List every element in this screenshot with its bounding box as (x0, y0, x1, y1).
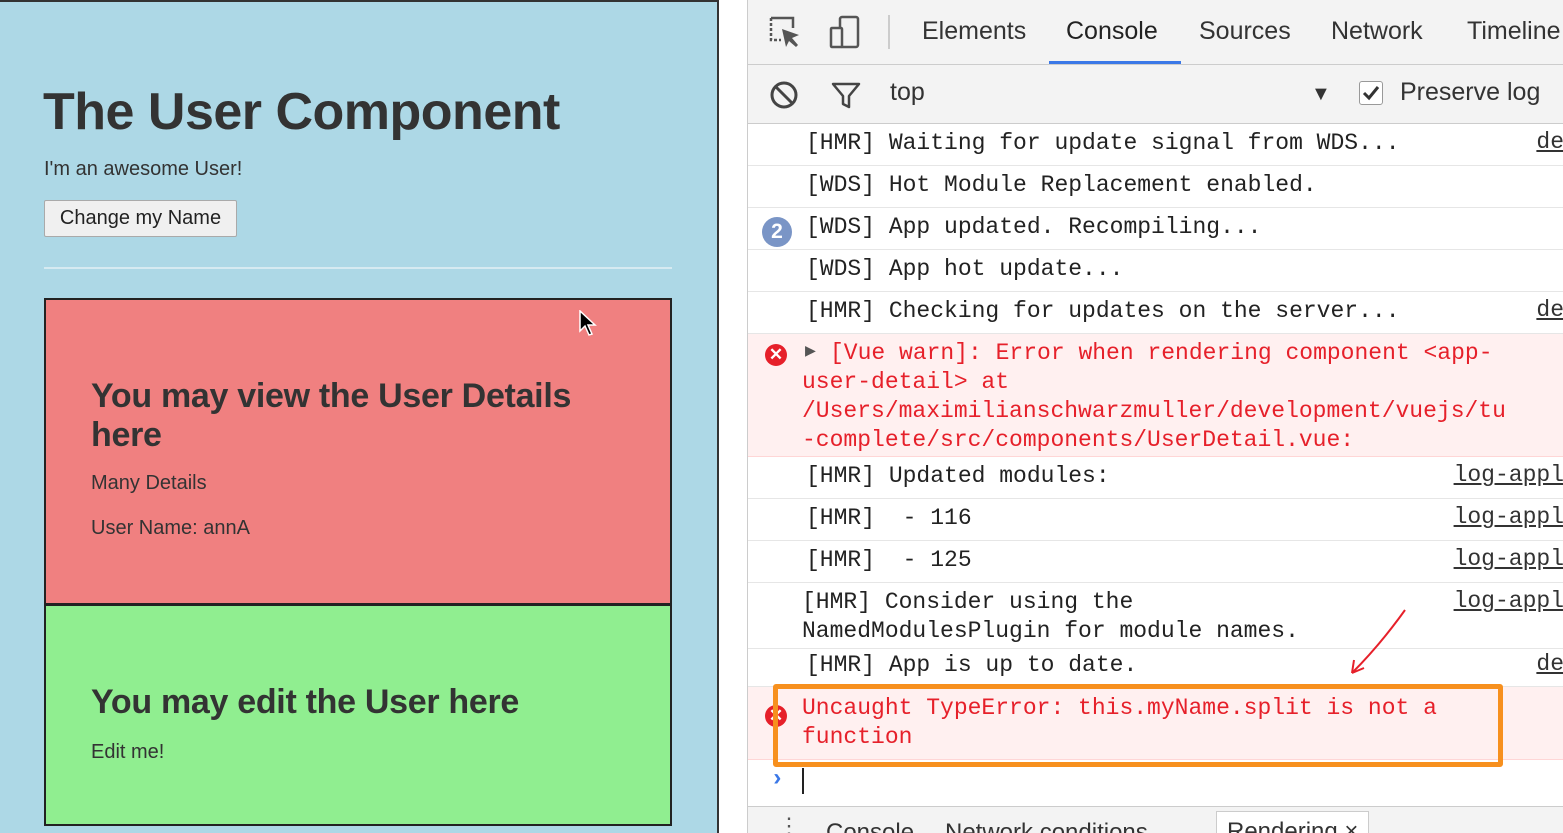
preserve-log-checkbox[interactable] (1359, 81, 1383, 105)
tab-elements[interactable]: Elements (922, 17, 1026, 46)
console-toolbar: top ▼ Preserve log (748, 65, 1563, 124)
console-message: [HMR] App is up to date. de (748, 649, 1563, 687)
console-message: [HMR] Updated modules: log-appl (748, 457, 1563, 499)
tab-sources[interactable]: Sources (1199, 17, 1291, 46)
source-link[interactable]: log-appl (1454, 462, 1563, 488)
pane-gap (719, 0, 747, 833)
divider (44, 267, 672, 269)
preserve-log-label[interactable]: Preserve log (1400, 78, 1540, 107)
detail-heading: You may view the User Details here (91, 377, 572, 454)
drawer-tab-rendering[interactable]: Rendering × (1216, 811, 1370, 833)
error-icon: ✕ (765, 344, 787, 366)
annotation-highlight-box (773, 684, 1503, 767)
console-message: [HMR] Consider using the NamedModulesPlu… (748, 583, 1563, 649)
repeat-count-badge: 2 (762, 217, 792, 247)
app-viewport: The User Component I'm an awesome User! … (0, 0, 719, 833)
source-link[interactable]: log-appl (1454, 504, 1563, 530)
console-prompt-icon: › (770, 766, 785, 793)
source-link[interactable]: de (1536, 651, 1563, 677)
source-link[interactable]: log-appl (1454, 546, 1563, 572)
edit-text: Edit me! (91, 741, 165, 763)
tab-timeline[interactable]: Timeline (1467, 17, 1561, 46)
drawer-tab-network-conditions[interactable]: Network conditions (945, 819, 1148, 833)
annotation-arrow-icon (1351, 609, 1406, 674)
user-detail-panel: You may view the User Details here Many … (44, 298, 672, 605)
console-message: [WDS] Hot Module Replacement enabled. (748, 166, 1563, 208)
user-edit-panel: You may edit the User here Edit me! (44, 604, 672, 826)
toolbar-separator (888, 15, 890, 49)
clear-console-icon[interactable] (768, 79, 800, 111)
user-name-text: User Name: annA (91, 517, 250, 539)
console-message: [HMR] Waiting for update signal from WDS… (748, 124, 1563, 166)
console-error: ✕ ▶ [Vue warn]: Error when rendering com… (748, 334, 1563, 457)
console-message: [HMR] - 116 log-appl (748, 499, 1563, 541)
tab-console[interactable]: Console (1066, 17, 1158, 46)
devtools-tabbar: Elements Console Sources Network Timelin… (748, 0, 1563, 65)
source-link[interactable]: de (1536, 297, 1563, 323)
drawer-tabbar: ⋮ Console Network conditions Rendering × (748, 806, 1563, 833)
change-name-button[interactable]: Change my Name (44, 200, 237, 237)
source-link[interactable]: de (1536, 129, 1563, 155)
dropdown-arrow-icon[interactable]: ▼ (1311, 83, 1331, 106)
source-link[interactable]: log-appl (1454, 588, 1563, 614)
filter-icon[interactable] (830, 79, 862, 111)
drawer-menu-icon[interactable]: ⋮ (778, 813, 800, 833)
device-mode-icon[interactable] (827, 14, 863, 50)
tab-network[interactable]: Network (1331, 17, 1423, 46)
checkmark-icon (1362, 86, 1380, 101)
mouse-cursor-icon (579, 310, 597, 336)
edit-heading: You may edit the User here (91, 683, 520, 721)
context-selector[interactable]: top (890, 78, 925, 107)
inspect-element-icon[interactable] (767, 14, 803, 50)
console-message: [WDS] App hot update... (748, 250, 1563, 292)
console-message: 2 [WDS] App updated. Recompiling... (748, 208, 1563, 250)
active-tab-indicator (1049, 61, 1181, 64)
page-title: The User Component (43, 83, 560, 141)
console-message: [HMR] - 125 log-appl (748, 541, 1563, 583)
detail-text: Many Details (91, 472, 207, 494)
user-subtitle: I'm an awesome User! (44, 158, 243, 180)
drawer-tab-console[interactable]: Console (826, 819, 914, 833)
console-message: [HMR] Checking for updates on the server… (748, 292, 1563, 334)
console-input[interactable] (802, 768, 804, 794)
